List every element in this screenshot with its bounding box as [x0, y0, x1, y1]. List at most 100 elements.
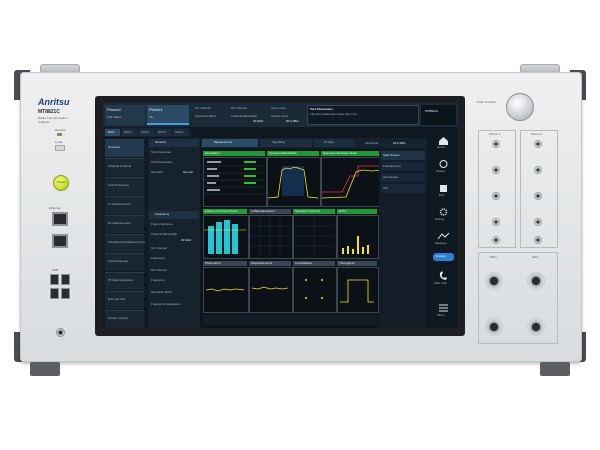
home-button[interactable]: Home: [431, 133, 456, 153]
ue-power-label: UE Power: [365, 141, 379, 145]
remote-label: Remote: [55, 128, 66, 132]
graph-header-flatness: Spectrum Flatness: [293, 209, 335, 214]
setting-dl-channel: DL Channel: [151, 268, 167, 272]
flatness-grid: [294, 216, 334, 256]
display-button[interactable]: Display: [433, 253, 454, 261]
graph-header-throughput-label: Throughput: [339, 261, 355, 265]
graph-header-acp: Adjacent Channel Power: [203, 209, 247, 214]
usb-port-4: [61, 288, 70, 299]
sidebar-item-rx-measurement-label: Rx Measurement: [108, 221, 131, 225]
evm-bars: [342, 236, 369, 254]
phone2-connector-4: [534, 218, 542, 226]
sidebar-item-rx-measurement[interactable]: Rx Measurement: [105, 215, 144, 233]
settings-group-general[interactable]: General: [149, 139, 199, 147]
start-call-button[interactable]: Start Call: [431, 269, 456, 289]
ethernet-label: Ethernet: [49, 206, 61, 210]
phone2-tab[interactable]: Phone2 Call Status: [105, 105, 145, 125]
constellation-graph: [293, 267, 337, 313]
setting-button[interactable]: Setting: [431, 205, 456, 225]
sidebar-item-external-unit-label: External Unit: [108, 297, 126, 301]
menu-button[interactable]: Menu: [431, 301, 456, 321]
rf-port-1: [485, 272, 503, 290]
cell-tab-pcc-label: PCC: [108, 130, 115, 134]
sidebar-item-system-config[interactable]: System Config: [105, 310, 144, 328]
usb-port-2: [61, 274, 70, 285]
menu-button-label: Menu: [437, 313, 445, 317]
phone1-tab[interactable]: Phone1 Idle: [147, 105, 189, 125]
status-logo-box: MT8821C: [421, 105, 456, 125]
magnitude-error-trace: [251, 286, 289, 290]
tab-ip-data-label: IP Data: [324, 140, 334, 144]
sidebar-item-fundamental-label: Fundamental Measurement: [108, 240, 145, 244]
cell-tab-pcc[interactable]: PCC: [105, 129, 120, 136]
right-list-get-screen[interactable]: Get Screen: [381, 173, 425, 182]
brand-logo: Anritsu: [38, 97, 70, 107]
sidebar-item-physical-channel[interactable]: Physical Channel: [105, 158, 144, 176]
graph-header-inband-label: In-Band Emission: [251, 209, 275, 213]
right-list-get-screen-label: Get Screen: [383, 175, 399, 179]
local-button[interactable]: [55, 145, 65, 151]
tab-measurement[interactable]: Measurement: [202, 139, 258, 147]
foot-right: [540, 362, 570, 376]
phone1-aux-connector: [492, 236, 500, 244]
graph-header-sem-label: Spectrum Emission Mask: [323, 151, 357, 155]
occupied-bandwidth-trace: [267, 166, 319, 199]
graph-header-modulation: Modulation: [203, 151, 265, 156]
cell-tab-scc4-label: SCC4: [175, 130, 184, 134]
sidebar-item-ip-data[interactable]: IP Data Application: [105, 272, 144, 290]
hdr-input-level: Input Level: [271, 106, 286, 110]
cell-tab-scc2-label: SCC2: [141, 130, 150, 134]
right-list-fundamental[interactable]: Fundamental: [381, 162, 425, 171]
right-list-slot[interactable]: Slot: [381, 184, 425, 193]
setting-ul-channel: UL Channel: [151, 246, 167, 250]
rotary-knob[interactable]: [506, 93, 534, 121]
sidebar-item-common-label: Common: [108, 145, 121, 149]
right-list-slot-label: Slot: [383, 186, 389, 190]
phone2-connector-2: [534, 166, 542, 174]
sidebar-item-fundamental[interactable]: Fundamental Measurement: [105, 234, 145, 252]
cell-tab-scc3-label: SCC3: [158, 130, 167, 134]
tab-ip-data[interactable]: IP Data: [314, 139, 354, 147]
graph-header-occupied-bw: Occupied Bandwidth: [267, 151, 319, 156]
hdr-output-level: Output Level: [271, 114, 289, 118]
sidebar-item-common[interactable]: Common: [105, 139, 144, 157]
start-call-button-label: Start Call: [434, 281, 447, 285]
setting-test-parameter: Test Parameter: [151, 150, 172, 154]
cell-tab-scc1[interactable]: SCC1: [122, 129, 137, 136]
sidebar-item-test-parameter[interactable]: Test Parameter: [105, 253, 144, 271]
settings-group-frequency[interactable]: Frequency: [149, 211, 199, 219]
sidebar-item-external-unit[interactable]: External Unit: [105, 291, 144, 309]
model-subtitle: Radio Communication Analyzer: [38, 116, 68, 124]
sidebar-item-call-processing[interactable]: Call Processing: [105, 177, 144, 195]
setting-frame-structure: Frame Structure: [151, 222, 173, 226]
graph-header-phase-error: Phase Error: [203, 261, 247, 266]
graph-header-modulation-label: Modulation: [205, 151, 220, 155]
setting-operation-band: Operation Band: [151, 290, 173, 294]
hdr-channel-bandwidth: Channel Bandwidth: [231, 114, 258, 118]
graph-header-magnitude-error-label: Magnitude Error: [251, 261, 273, 265]
tab-signalling[interactable]: Signalling: [260, 139, 312, 147]
cell-tab-scc3[interactable]: SCC3: [156, 129, 171, 136]
setting-button-label: Setting: [435, 217, 445, 221]
preset-soft-button[interactable]: Preset: [431, 157, 456, 177]
graph-header-constellation: Constellation: [293, 261, 335, 266]
phone2-connector-3: [534, 192, 542, 200]
graph-header-inband: In-Band Emission: [249, 209, 291, 214]
cell-tab-scc2[interactable]: SCC2: [139, 129, 154, 136]
sidebar-item-tx-measurement[interactable]: Tx Measurement: [105, 196, 144, 214]
setting-channel-bandwidth: Channel Bandwidth: [151, 232, 178, 236]
sidebar-item-tx-measurement-label: Tx Measurement: [108, 202, 131, 206]
end-button[interactable]: End: [431, 181, 456, 201]
measure-button[interactable]: Measure: [431, 229, 456, 249]
touch-screen: Phone2 Call Status Phone1 Idle UL Channe…: [103, 103, 458, 328]
sidebar-item-physical-channel-label: Physical Channel: [108, 164, 132, 168]
throughput-summary-bar: [203, 315, 377, 325]
ue-power-value: 23.0 dBm: [393, 141, 406, 145]
knob-label: Push To Enter: [477, 100, 496, 104]
phone2-aux-connector: [534, 236, 542, 244]
ethernet-port-1: [52, 212, 68, 226]
cell-tab-scc4[interactable]: SCC4: [173, 129, 188, 136]
right-list-start-screen[interactable]: Start Screen: [381, 151, 425, 160]
status-message: Test Parameters The test parameters have…: [307, 105, 419, 125]
flatness-graph: [293, 215, 337, 259]
